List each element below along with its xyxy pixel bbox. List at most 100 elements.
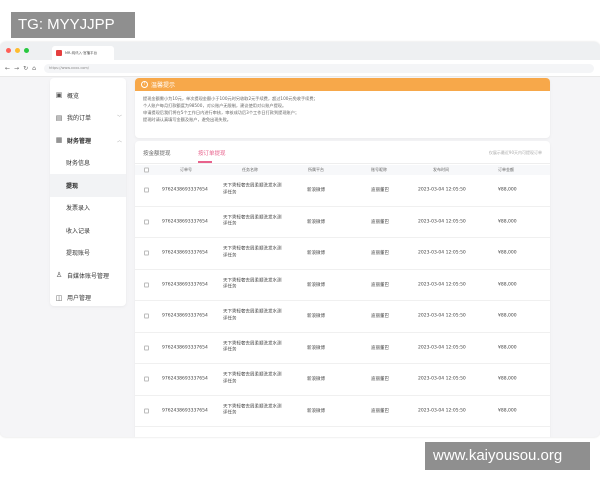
select-all-checkbox[interactable]: [144, 167, 149, 173]
column-header-account: 账号昵称: [371, 167, 387, 172]
sidebar-item-label: 财务管理: [67, 137, 92, 145]
publish-time: 2023-03-04 12:05:50: [418, 187, 466, 193]
user-icon: ◫: [55, 293, 63, 302]
table-row[interactable]: 9762438693337654 天下秀轻奢去屑柔顺洗发水测评任务 新浪微博 迪…: [135, 333, 550, 364]
sidebar-item-label: 发票录入: [66, 205, 91, 213]
row-checkbox[interactable]: [144, 187, 149, 193]
order-amount: ¥88,000: [498, 345, 517, 351]
order-amount: ¥88,000: [498, 187, 517, 193]
order-id: 9762438693337654: [162, 313, 208, 319]
withdraw-tabs: 按金额提现 按订单提现 仅展示最近90天内可提现订单: [135, 141, 550, 164]
browser-window: MR-纯讯入·官播平台 ← → ↻ ⌂ https://www.xxxx.com…: [0, 42, 600, 437]
publish-time: 2023-03-04 12:05:50: [418, 219, 466, 225]
row-checkbox[interactable]: [144, 219, 149, 225]
order-amount: ¥88,000: [498, 282, 517, 288]
finance-icon: ▦: [55, 136, 63, 145]
tab-withdraw-by-amount[interactable]: 按金额提现: [143, 149, 171, 157]
publish-time: 2023-03-04 12:05:50: [418, 282, 466, 288]
account-nickname: 迪丽董巴: [371, 345, 389, 351]
sidebar-subitem-withdraw-account[interactable]: 提现账号: [50, 242, 126, 265]
tab-hint: 仅展示最近90天内可提现订单: [488, 150, 542, 155]
minimize-dot[interactable]: [15, 48, 20, 53]
account-nickname: 迪丽董巴: [371, 188, 389, 194]
task-name: 天下秀轻奢去屑柔顺洗发水测评任务: [223, 278, 282, 290]
browser-tab[interactable]: MR-纯讯入·官播平台: [52, 46, 114, 60]
sidebar-subitem-finance-info[interactable]: 财务信息: [50, 152, 126, 175]
sidebar-item-finance[interactable]: ▦ 财务管理 ︿: [50, 129, 126, 152]
sidebar-item-my-orders[interactable]: ▤ 我的订单 ﹀: [50, 107, 126, 130]
url-input[interactable]: https://www.xxxx.com/: [44, 64, 594, 73]
sidebar-item-label: 提现: [66, 182, 79, 190]
table-body: 9762438693337654 天下秀轻奢去屑柔顺洗发水测评任务 新浪微博 迪…: [135, 175, 550, 432]
sidebar-item-label: 财务信息: [66, 160, 91, 168]
sidebar-item-label: 概览: [67, 92, 80, 100]
platform: 新浪微博: [307, 251, 325, 257]
notice-header: ! 温馨提示: [135, 78, 550, 91]
platform: 新浪微博: [307, 345, 325, 351]
task-name: 天下秀轻奢去屑柔顺洗发水测评任务: [223, 372, 282, 385]
task-name: 天下秀轻奢去屑柔顺洗发水测评任务: [223, 404, 282, 416]
notice-line: 申请提现后我们将在5个工作日内进行审核，审核成功后3个工作日打款到提现账户；: [143, 110, 300, 115]
table-row[interactable]: 9762438693337654 天下秀轻奢去屑柔顺洗发水测评任务 新浪微博 迪…: [135, 364, 550, 396]
account-nickname: 迪丽董巴: [371, 251, 389, 257]
notice-line: 提现金额需小为10元，单次提现金额小于100元时另收取2元手续费，超过100元免…: [143, 96, 318, 101]
sidebar-item-media-accounts[interactable]: ♙ 自媒体账号管理: [50, 264, 126, 287]
order-amount: ¥88,000: [498, 313, 517, 319]
notice-card: ! 温馨提示 提现金额需小为10元，单次提现金额小于100元时另收取2元手续费，…: [135, 78, 550, 138]
account-nickname: 迪丽董巴: [371, 219, 389, 225]
platform: 新浪微博: [307, 219, 325, 225]
order-amount: ¥88,000: [498, 219, 517, 225]
address-bar: ← → ↻ ⌂ https://www.xxxx.com/: [0, 60, 600, 77]
table-row[interactable]: 9762438693337654 天下秀轻奢去屑柔顺洗发水测评任务 新浪微博 迪…: [135, 238, 550, 270]
table-row[interactable]: 9762438693337654 天下秀轻奢去屑柔顺洗发水测评任务 新浪微博 迪…: [135, 207, 550, 238]
table-row[interactable]: 9762438693337654 天下秀轻奢去屑柔顺洗发水测评任务 新浪微博 迪…: [135, 175, 550, 207]
reload-icon[interactable]: ↻: [23, 65, 28, 72]
task-name: 天下秀轻奢去屑柔顺洗发水测评任务: [223, 183, 282, 196]
notice-line: 个人账户每月打款额度为98500，对公账户无限制，建议使用对公账户提现。: [143, 103, 287, 108]
order-amount: ¥88,000: [498, 408, 517, 414]
table-row[interactable]: 9762438693337654 天下秀轻奢去屑柔顺洗发水测评任务 新浪微博 迪…: [135, 396, 550, 427]
close-dot[interactable]: [6, 48, 11, 53]
row-checkbox[interactable]: [144, 376, 149, 382]
sidebar-subitem-withdraw[interactable]: 提现: [50, 174, 126, 197]
row-checkbox[interactable]: [144, 250, 149, 256]
row-checkbox[interactable]: [144, 345, 149, 351]
task-name: 天下秀轻奢去屑柔顺洗发水测评任务: [223, 309, 282, 322]
sidebar-subitem-income-records[interactable]: 收入记录: [50, 219, 126, 242]
row-checkbox[interactable]: [144, 282, 149, 288]
row-checkbox[interactable]: [144, 408, 149, 414]
publish-time: 2023-03-04 12:05:50: [418, 345, 466, 351]
publish-time: 2023-03-04 12:05:50: [418, 376, 466, 382]
notice-title: 温馨提示: [151, 82, 176, 89]
sidebar-item-overview[interactable]: ▣ 概览: [50, 84, 126, 107]
watermark-top: TG: MYYJJPP: [11, 12, 135, 38]
sidebar-item-label: 用户管理: [67, 295, 92, 303]
maximize-dot[interactable]: [24, 48, 29, 53]
home-icon[interactable]: ⌂: [32, 65, 36, 72]
table-header: 订单号 任务名称 所属平台 账号昵称 发布时间 订单金额: [135, 165, 550, 175]
notice-line: 提现时请认真填写金额及账户，避免出现失败。: [143, 117, 231, 122]
table-row[interactable]: 9762438693337654 天下秀轻奢去屑柔顺洗发水测评任务 新浪微博 迪…: [135, 270, 550, 301]
chevron-down-icon: ﹀: [116, 115, 122, 122]
row-checkbox[interactable]: [144, 313, 149, 319]
tab-withdraw-by-order[interactable]: 按订单提现: [198, 149, 226, 157]
task-name: 天下秀轻奢去屑柔顺洗发水测评任务: [223, 246, 282, 259]
forward-icon[interactable]: →: [14, 65, 19, 72]
sidebar-subitem-invoice-entry[interactable]: 发票录入: [50, 197, 126, 220]
order-id: 9762438693337654: [162, 219, 208, 225]
active-tab-indicator: [198, 161, 212, 163]
table-row[interactable]: 9762438693337654 天下秀轻奢去屑柔顺洗发水测评任务 新浪微博 迪…: [135, 301, 550, 333]
withdraw-panel: 按金额提现 按订单提现 仅展示最近90天内可提现订单 订单号 任务名称 所属平台…: [135, 141, 550, 437]
sidebar-item-user-management[interactable]: ◫ 用户管理: [50, 287, 126, 310]
order-amount: ¥88,000: [498, 250, 517, 256]
sidebar-item-label: 提现账号: [66, 250, 91, 258]
info-icon: !: [141, 81, 148, 88]
column-header-publish-time: 发布时间: [433, 167, 449, 172]
account-nickname: 迪丽董巴: [371, 377, 389, 383]
back-icon[interactable]: ←: [5, 65, 10, 72]
order-id: 9762438693337654: [162, 408, 208, 414]
sidebar: ▣ 概览 ▤ 我的订单 ﹀ ▦ 财务管理 ︿ 财务信息 提现 发票录入 收入记录…: [50, 78, 126, 306]
sidebar-item-label: 我的订单: [67, 115, 92, 123]
column-header-platform: 所属平台: [308, 167, 324, 172]
platform: 新浪微博: [307, 282, 325, 288]
